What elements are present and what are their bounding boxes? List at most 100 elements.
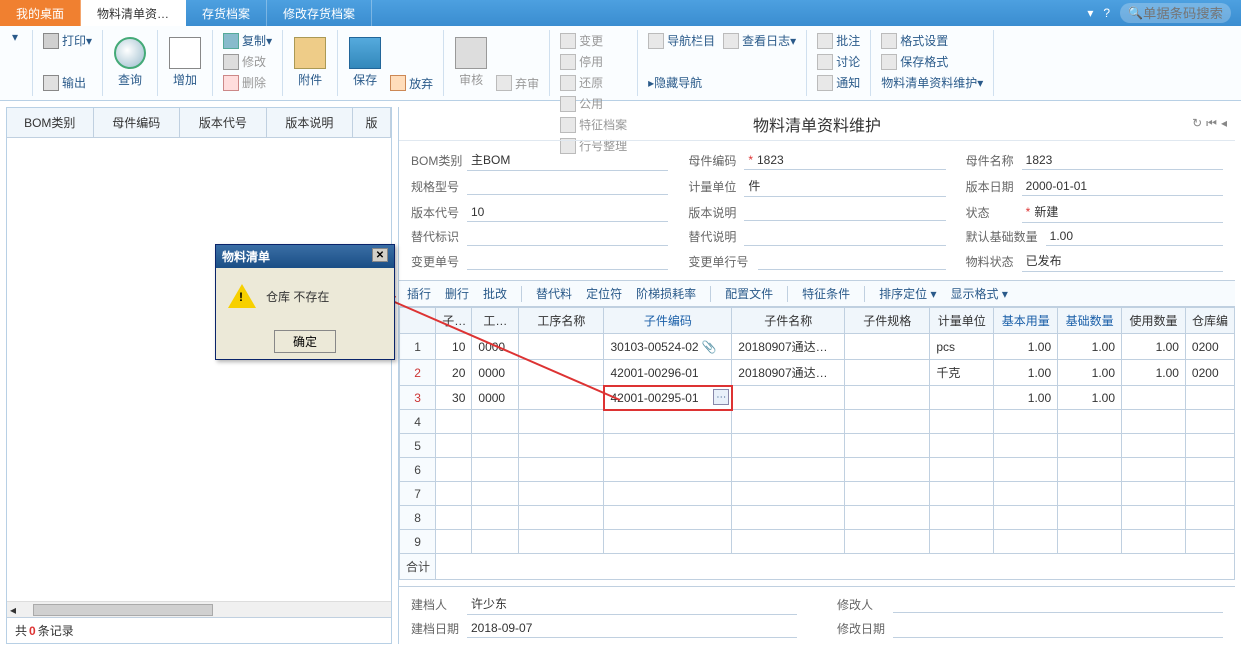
cell-wh[interactable]: 0200 (1185, 360, 1234, 386)
nav-first-icon[interactable]: ⏮ (1206, 116, 1217, 131)
feature-cond-button[interactable]: 特征条件 (802, 285, 850, 302)
table-row[interactable]: 7 (400, 482, 1235, 506)
audit-button[interactable]: 审核 (450, 30, 492, 94)
change-button[interactable]: 变更 (556, 30, 631, 51)
ver-date-field[interactable]: 2000-01-01 (1022, 177, 1223, 196)
config-file-button[interactable]: 配置文件 (725, 285, 773, 302)
alt-material-button[interactable]: 替代料 (536, 285, 572, 302)
barcode-search[interactable]: 🔍 (1120, 3, 1231, 23)
dialog-close-button[interactable]: ✕ (372, 248, 388, 262)
col-use-qty[interactable]: 使用数量 (1122, 308, 1186, 334)
parent-code-field[interactable]: *1823 (744, 151, 945, 170)
display-format-button[interactable]: 显示格式 ▾ (951, 285, 1008, 302)
delete-button[interactable]: 删除 (219, 72, 276, 93)
left-col-bom-type[interactable]: BOM类别 (7, 108, 94, 137)
table-row[interactable]: 110000030103-00524-02 📎20180907通达…pcs1.0… (400, 334, 1235, 360)
cell-child-seq[interactable]: 30 (436, 386, 472, 410)
col-child-name[interactable]: 子件名称 (732, 308, 845, 334)
tab-desktop[interactable]: 我的桌面 (0, 0, 81, 26)
cell-child-code[interactable]: 30103-00524-02 📎 (604, 334, 732, 360)
left-col-ver[interactable]: 版 (353, 108, 391, 137)
table-row[interactable]: 9 (400, 530, 1235, 554)
print-button[interactable]: 打印 ▾ (39, 30, 96, 51)
tab-modify-inventory[interactable]: 修改存货档案 (267, 0, 372, 26)
col-child-code[interactable]: 子件编码 (604, 308, 732, 334)
col-proc-name[interactable]: 工序名称 (519, 308, 604, 334)
change-no-field[interactable] (467, 252, 668, 270)
delete-row-button[interactable]: 删行 (445, 285, 469, 302)
abandon-button[interactable]: 弃审 (492, 73, 543, 94)
barcode-search-input[interactable] (1143, 6, 1223, 21)
change-row-field[interactable] (758, 252, 945, 270)
format-set-button[interactable]: 格式设置 (877, 30, 987, 51)
cell-child-spec[interactable] (845, 360, 930, 386)
sort-locate-button[interactable]: 排序定位 ▾ (879, 285, 936, 302)
cell-child-seq[interactable]: 20 (436, 360, 472, 386)
query-button[interactable]: 查询 (109, 30, 151, 94)
batch-note-button[interactable]: 批注 (813, 30, 864, 51)
cell-use-qty[interactable] (1122, 386, 1186, 410)
left-col-ver-desc[interactable]: 版本说明 (267, 108, 354, 137)
disable-button[interactable]: 停用 (556, 51, 631, 72)
table-row[interactable]: 5 (400, 434, 1235, 458)
add-button[interactable]: 增加 (164, 30, 206, 94)
cell-uom[interactable]: 千克 (930, 360, 994, 386)
insert-row-button[interactable]: 插行 (407, 285, 431, 302)
copy-button[interactable]: 复制 ▾ (219, 30, 276, 51)
step-loss-button[interactable]: 阶梯损耗率 (636, 285, 696, 302)
batch-modify-button[interactable]: 批改 (483, 285, 507, 302)
col-proc-seq[interactable]: 工… (472, 308, 519, 334)
cell-base-qty[interactable]: 1.00 (994, 386, 1058, 410)
cell-uom[interactable]: pcs (930, 334, 994, 360)
modify-button[interactable]: 修改 (219, 51, 276, 72)
table-row[interactable]: 4 (400, 410, 1235, 434)
cell-basis-qty[interactable]: 1.00 (1058, 360, 1122, 386)
left-col-parent-code[interactable]: 母件编码 (94, 108, 181, 137)
table-row[interactable]: 6 (400, 458, 1235, 482)
table-row[interactable]: 220000042001-00296-0120180907通达…千克1.001.… (400, 360, 1235, 386)
ribbon-expand-icon[interactable]: ▾ (12, 30, 26, 44)
cell-proc-seq[interactable]: 0000 (472, 334, 519, 360)
cell-basis-qty[interactable]: 1.00 (1058, 334, 1122, 360)
locator-button[interactable]: 定位符 (586, 285, 622, 302)
bom-type-field[interactable]: 主BOM (467, 149, 668, 171)
cell-wh[interactable]: 0200 (1185, 334, 1234, 360)
cell-base-qty[interactable]: 1.00 (994, 360, 1058, 386)
cell-proc-name[interactable] (519, 334, 604, 360)
cell-child-name[interactable]: 20180907通达… (732, 360, 845, 386)
save-button[interactable]: 保存 (344, 30, 386, 94)
cell-child-code[interactable]: 42001-00295-01⋯ (604, 386, 732, 410)
cell-uom[interactable] (930, 386, 994, 410)
lookup-button[interactable]: ⋯ (713, 389, 729, 405)
nav-bar-button[interactable]: 导航栏目 (644, 30, 719, 51)
ver-code-field[interactable]: 10 (467, 203, 668, 222)
cell-base-qty[interactable]: 1.00 (994, 334, 1058, 360)
col-wh[interactable]: 仓库编 (1185, 308, 1234, 334)
default-qty-field[interactable]: 1.00 (1046, 227, 1223, 246)
cell-child-name[interactable] (732, 386, 845, 410)
cell-child-seq[interactable]: 10 (436, 334, 472, 360)
table-row[interactable]: 330000042001-00295-01⋯1.001.00 (400, 386, 1235, 410)
restore-button[interactable]: 还原 (556, 72, 631, 93)
notify-button[interactable]: 通知 (813, 72, 864, 93)
attach-button[interactable]: 附件 (289, 30, 331, 94)
discuss-button[interactable]: 讨论 (813, 51, 864, 72)
cell-child-name[interactable]: 20180907通达… (732, 334, 845, 360)
col-child-seq[interactable]: 子… (436, 308, 472, 334)
hide-nav-button[interactable]: ▸ 隐藏导航 (644, 72, 800, 93)
save-format-button[interactable]: 保存格式 (877, 51, 987, 72)
cell-basis-qty[interactable]: 1.00 (1058, 386, 1122, 410)
col-child-spec[interactable]: 子件规格 (845, 308, 930, 334)
alt-flag-field[interactable] (467, 228, 668, 246)
nav-prev-icon[interactable]: ◂ (1221, 116, 1227, 131)
left-col-ver-code[interactable]: 版本代号 (180, 108, 267, 137)
export-button[interactable]: 输出 (39, 72, 96, 93)
dialog-ok-button[interactable]: 确定 (274, 330, 336, 353)
cell-child-spec[interactable] (845, 334, 930, 360)
dialog-titlebar[interactable]: 物料清单 ✕ (216, 245, 394, 268)
ver-desc-field[interactable] (744, 203, 945, 221)
cell-proc-name[interactable] (519, 386, 604, 410)
cell-use-qty[interactable]: 1.00 (1122, 360, 1186, 386)
table-row[interactable]: 8 (400, 506, 1235, 530)
cell-use-qty[interactable]: 1.00 (1122, 334, 1186, 360)
